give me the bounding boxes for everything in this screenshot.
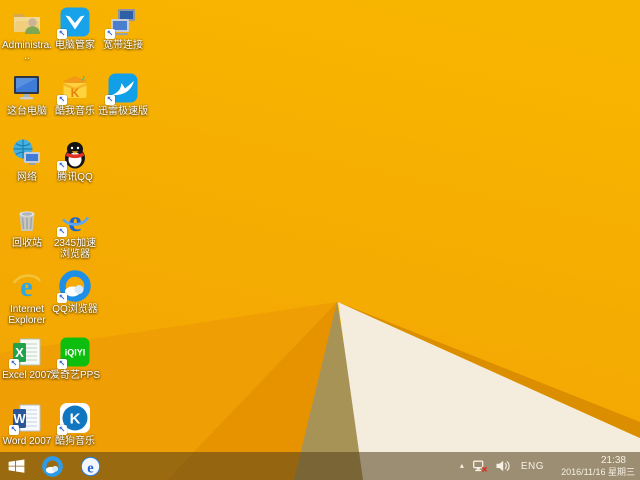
svg-text:W: W xyxy=(13,411,26,426)
svg-text:iQIYI: iQIYI xyxy=(65,348,86,358)
ie-icon: e xyxy=(11,270,43,302)
desktop-icon-e2345[interactable]: e ↖ 2345加速浏览器 xyxy=(51,204,99,266)
shortcut-arrow-icon: ↖ xyxy=(57,95,67,105)
shortcut-arrow-icon: ↖ xyxy=(57,29,67,39)
desktop-icon-guanjia[interactable]: ↖ 电脑管家 xyxy=(51,6,99,68)
shortcut-arrow-icon: ↖ xyxy=(105,29,115,39)
iqiyi-icon: iQIYI ↖ xyxy=(57,336,91,369)
start-button[interactable] xyxy=(0,452,33,480)
kugou-icon: K ↖ xyxy=(57,402,91,435)
network-status-icon[interactable] xyxy=(469,460,492,473)
shortcut-arrow-icon: ↖ xyxy=(9,359,19,369)
desktop-icon-recycle[interactable]: 回收站 xyxy=(3,204,51,266)
desktop-icon-label: 2345加速浏览器 xyxy=(53,238,97,260)
2345-browser-taskbar-button[interactable]: e xyxy=(71,452,109,480)
language-indicator[interactable]: ENG xyxy=(514,461,551,472)
windows-logo-icon xyxy=(8,459,25,473)
volume-icon[interactable] xyxy=(492,460,514,472)
desktop-icon-label: 酷狗音乐 xyxy=(55,436,95,447)
desktop-icon-broadband[interactable]: ↖ 宽带连接 xyxy=(99,6,147,68)
admin-icon xyxy=(11,6,43,38)
svg-text:X: X xyxy=(15,345,24,360)
desktop-icon-label: 宽带连接 xyxy=(103,40,143,51)
svg-text:K: K xyxy=(71,86,80,100)
qq-browser-taskbar-button[interactable] xyxy=(33,452,71,480)
svg-text:K: K xyxy=(70,411,81,428)
svg-text:e: e xyxy=(87,460,94,476)
clock-date: 2016/11/16 星期三 xyxy=(561,466,635,477)
desktop-icon-kuwo[interactable]: K ♪ ↖ 酷我音乐 xyxy=(51,72,99,134)
shortcut-arrow-icon: ↖ xyxy=(105,95,115,105)
desktop-icon-label: 迅雷极速版 xyxy=(98,106,148,117)
shortcut-arrow-icon: ↖ xyxy=(9,425,19,435)
taskbar-pinned: e xyxy=(33,452,109,480)
desktop-icon-label: 电脑管家 xyxy=(55,40,95,51)
desktop-icon-label: Administra... xyxy=(2,40,53,62)
taskbar: e ▴ ENG 21:38 2016/11/16 星期三 xyxy=(0,452,640,480)
qq-icon: ↖ xyxy=(57,138,91,171)
desktop-icon-excel[interactable]: X ↖ Excel 2007 xyxy=(2,336,52,398)
desktop-icon-pc[interactable]: 这台电脑 xyxy=(3,72,51,134)
shortcut-arrow-icon: ↖ xyxy=(57,293,67,303)
desktop-icon-iqiyi[interactable]: iQIYI ↖ 爱奇艺PPS xyxy=(50,336,101,398)
svg-text:e: e xyxy=(68,205,81,236)
desktop-icon-label: Excel 2007 xyxy=(2,370,52,381)
desktop-icon-label: 酷我音乐 xyxy=(55,106,95,117)
desktop-icon-label: 回收站 xyxy=(12,238,42,249)
tray-overflow-button[interactable]: ▴ xyxy=(455,462,469,470)
word-icon: W ↖ xyxy=(9,402,43,435)
pc-icon xyxy=(11,72,43,104)
desktop-icon-label: 这台电脑 xyxy=(7,106,47,117)
desktop-icon-xunlei[interactable]: ↖ 迅雷极速版 xyxy=(98,72,148,134)
clock-time: 21:38 xyxy=(600,454,626,466)
desktop-icon-admin[interactable]: Administra... xyxy=(2,6,53,68)
desktop-icon-label: Word 2007 xyxy=(2,436,52,447)
shortcut-arrow-icon: ↖ xyxy=(57,161,67,171)
desktop-icon-label: QQ浏览器 xyxy=(52,304,98,315)
desktop-icon-label: 爱奇艺PPS xyxy=(50,370,101,381)
desktop-icon-label: 腾讯QQ xyxy=(57,172,93,183)
recycle-icon xyxy=(11,204,43,236)
excel-icon: X ↖ xyxy=(9,336,43,369)
xunlei-icon: ↖ xyxy=(105,72,139,105)
shortcut-arrow-icon: ↖ xyxy=(57,425,67,435)
desktop-icon-label: 网络 xyxy=(17,172,37,183)
e2345-icon: e ↖ xyxy=(57,204,91,237)
network-icon xyxy=(11,138,43,170)
system-tray: ▴ ENG 21:38 2016/11/16 星期三 xyxy=(455,452,640,480)
shortcut-arrow-icon: ↖ xyxy=(57,227,67,237)
kuwo-icon: K ♪ ↖ xyxy=(57,72,91,105)
broadband-icon: ↖ xyxy=(105,6,139,39)
desktop: Administra... ↖ 电脑管家 ↖ 宽带连接 这台电脑 K ♪ ↖ 酷我音乐 ↖ 迅雷极速版… xyxy=(0,0,640,480)
svg-text:♪: ♪ xyxy=(81,73,86,83)
desktop-icon-label: Internet Explorer xyxy=(8,304,46,326)
desktop-icon-network[interactable]: 网络 xyxy=(3,138,51,200)
guanjia-icon: ↖ xyxy=(57,6,91,39)
desktop-icon-qqbrowser[interactable]: ↖ QQ浏览器 xyxy=(51,270,99,332)
desktop-icon-ie[interactable]: e Internet Explorer xyxy=(3,270,51,332)
desktop-icon-qq[interactable]: ↖ 腾讯QQ xyxy=(51,138,99,200)
shortcut-arrow-icon: ↖ xyxy=(57,359,67,369)
desktop-icons: Administra... ↖ 电脑管家 ↖ 宽带连接 这台电脑 K ♪ ↖ 酷我音乐 ↖ 迅雷极速版… xyxy=(0,0,640,452)
qqbrowser-icon: ↖ xyxy=(57,270,91,303)
clock[interactable]: 21:38 2016/11/16 星期三 xyxy=(551,455,640,478)
